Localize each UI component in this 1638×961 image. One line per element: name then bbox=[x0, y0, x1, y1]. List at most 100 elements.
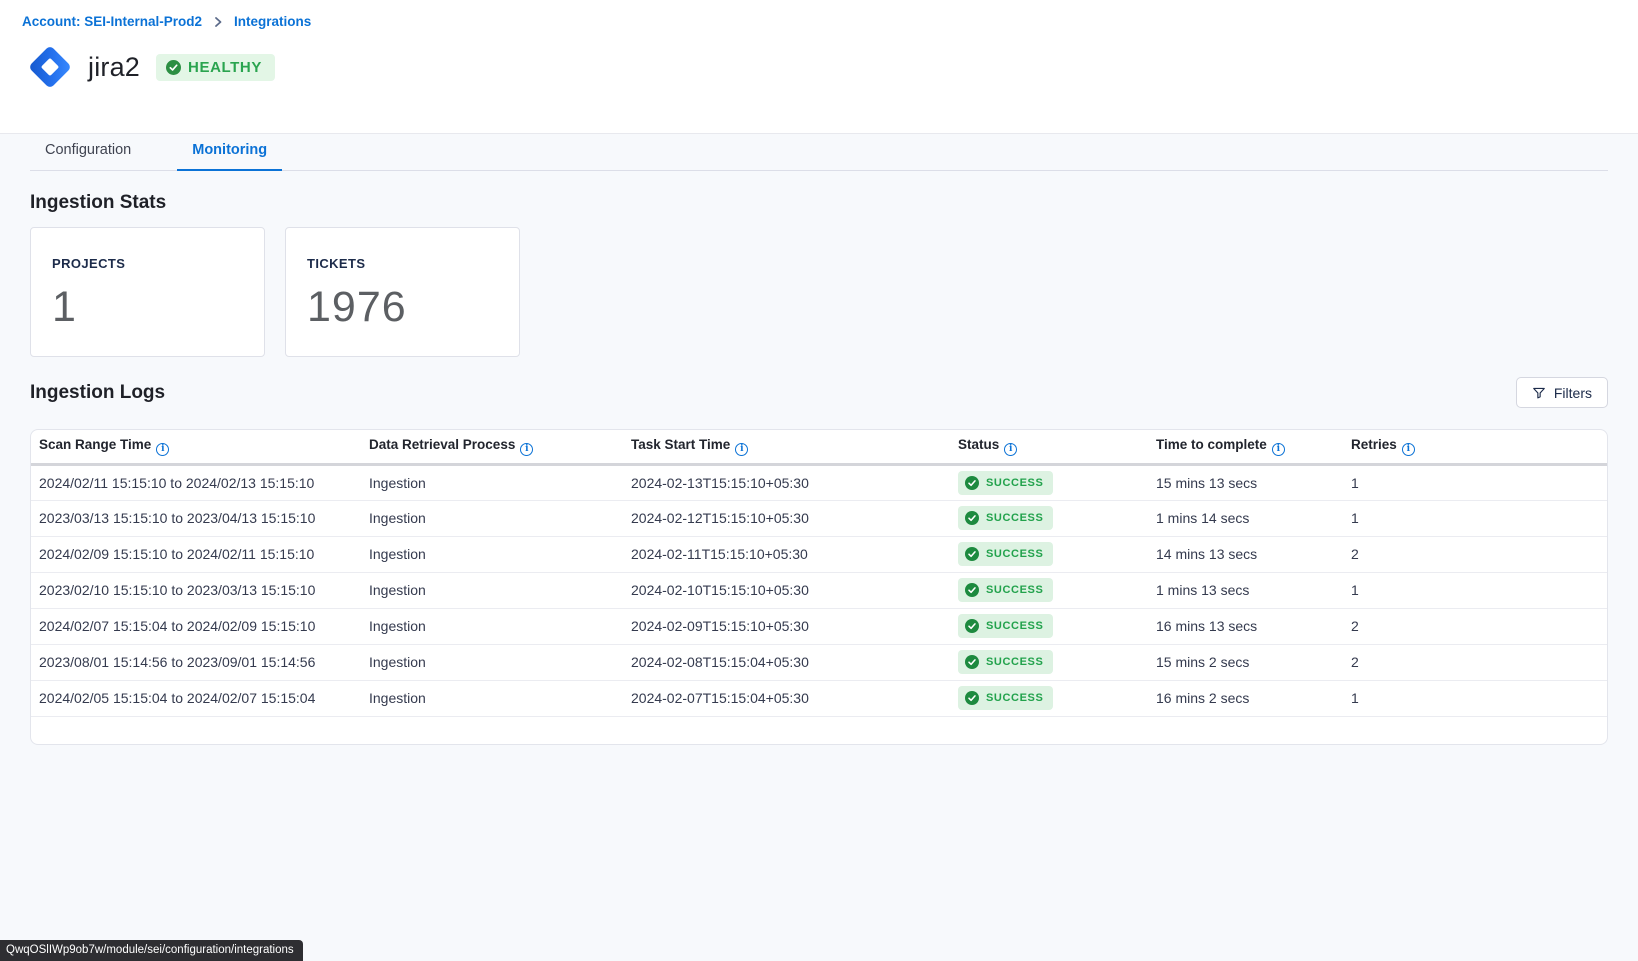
cell-time-to-complete: 15 mins 2 secs bbox=[1148, 644, 1343, 680]
breadcrumb-account-link[interactable]: Account: SEI-Internal-Prod2 bbox=[22, 14, 202, 29]
stat-label: PROJECTS bbox=[52, 256, 264, 271]
page-header: Account: SEI-Internal-Prod2 Integrations… bbox=[0, 0, 1638, 134]
cell-task-start-time: 2024-02-13T15:15:10+05:30 bbox=[623, 464, 950, 500]
status-badge-label: SUCCESS bbox=[986, 656, 1043, 668]
status-badge-label: SUCCESS bbox=[986, 692, 1043, 704]
cell-task-start-time: 2024-02-11T15:15:10+05:30 bbox=[623, 536, 950, 572]
ingestion-logs-table: Scan Range Timei Data Retrieval Processi… bbox=[30, 429, 1608, 745]
tab-monitoring[interactable]: Monitoring bbox=[177, 134, 282, 171]
stat-card-tickets: TICKETS 1976 bbox=[285, 227, 520, 357]
check-circle-icon bbox=[965, 547, 979, 561]
info-icon[interactable]: i bbox=[520, 443, 533, 456]
status-badge: SUCCESS bbox=[958, 542, 1053, 566]
stat-cards-row: PROJECTS 1 TICKETS 1976 bbox=[30, 227, 1608, 357]
cell-status: SUCCESS bbox=[950, 572, 1148, 608]
cell-task-start-time: 2024-02-09T15:15:10+05:30 bbox=[623, 608, 950, 644]
table-row: 2024/02/09 15:15:10 to 2024/02/11 15:15:… bbox=[31, 536, 1607, 572]
status-badge-label: SUCCESS bbox=[986, 512, 1043, 524]
cell-retries: 1 bbox=[1343, 500, 1607, 536]
cell-scan-range-time: 2024/02/05 15:15:04 to 2024/02/07 15:15:… bbox=[31, 680, 361, 716]
cell-data-retrieval-process: Ingestion bbox=[361, 608, 623, 644]
health-status-label: HEALTHY bbox=[188, 59, 262, 76]
cell-scan-range-time: 2023/03/13 15:15:10 to 2023/04/13 15:15:… bbox=[31, 500, 361, 536]
check-circle-icon bbox=[965, 691, 979, 705]
cell-data-retrieval-process: Ingestion bbox=[361, 464, 623, 500]
tab-configuration[interactable]: Configuration bbox=[30, 134, 146, 171]
breadcrumb: Account: SEI-Internal-Prod2 Integrations bbox=[22, 14, 1616, 29]
cell-scan-range-time: 2024/02/07 15:15:04 to 2024/02/09 15:15:… bbox=[31, 608, 361, 644]
table-row: 2024/02/05 15:15:04 to 2024/02/07 15:15:… bbox=[31, 680, 1607, 716]
status-badge: SUCCESS bbox=[958, 614, 1053, 638]
info-icon[interactable]: i bbox=[1402, 443, 1415, 456]
logs-table-body: 2024/02/11 15:15:10 to 2024/02/13 15:15:… bbox=[31, 464, 1607, 716]
cell-time-to-complete: 1 mins 14 secs bbox=[1148, 500, 1343, 536]
stat-card-projects: PROJECTS 1 bbox=[30, 227, 265, 357]
cell-time-to-complete: 14 mins 13 secs bbox=[1148, 536, 1343, 572]
health-status-badge: HEALTHY bbox=[156, 54, 275, 81]
column-header-time-to-complete: Time to completei bbox=[1148, 430, 1343, 464]
cell-task-start-time: 2024-02-07T15:15:04+05:30 bbox=[623, 680, 950, 716]
column-header-status: Statusi bbox=[950, 430, 1148, 464]
integration-title-row: jira2 HEALTHY bbox=[22, 39, 1616, 95]
jira-logo-icon bbox=[22, 39, 78, 95]
status-badge: SUCCESS bbox=[958, 686, 1053, 710]
check-circle-icon bbox=[166, 60, 181, 75]
cell-time-to-complete: 15 mins 13 secs bbox=[1148, 464, 1343, 500]
column-header-retries: Retriesi bbox=[1343, 430, 1607, 464]
ingestion-logs-header-row: Ingestion Logs Filters bbox=[30, 377, 1608, 408]
logs-table-header-row: Scan Range Timei Data Retrieval Processi… bbox=[31, 430, 1607, 464]
cell-task-start-time: 2024-02-10T15:15:10+05:30 bbox=[623, 572, 950, 608]
status-badge-label: SUCCESS bbox=[986, 620, 1043, 632]
cell-retries: 2 bbox=[1343, 536, 1607, 572]
cell-scan-range-time: 2024/02/09 15:15:10 to 2024/02/11 15:15:… bbox=[31, 536, 361, 572]
cell-time-to-complete: 1 mins 13 secs bbox=[1148, 572, 1343, 608]
integration-title: jira2 bbox=[88, 52, 140, 83]
cell-time-to-complete: 16 mins 2 secs bbox=[1148, 680, 1343, 716]
table-row: 2023/03/13 15:15:10 to 2023/04/13 15:15:… bbox=[31, 500, 1607, 536]
check-circle-icon bbox=[965, 655, 979, 669]
cell-retries: 1 bbox=[1343, 572, 1607, 608]
info-icon[interactable]: i bbox=[735, 443, 748, 456]
table-row: 2024/02/07 15:15:04 to 2024/02/09 15:15:… bbox=[31, 608, 1607, 644]
filters-button[interactable]: Filters bbox=[1516, 377, 1608, 408]
cell-data-retrieval-process: Ingestion bbox=[361, 680, 623, 716]
table-row: 2023/08/01 15:14:56 to 2023/09/01 15:14:… bbox=[31, 644, 1607, 680]
info-icon[interactable]: i bbox=[1272, 443, 1285, 456]
status-badge-label: SUCCESS bbox=[986, 548, 1043, 560]
check-circle-icon bbox=[965, 619, 979, 633]
status-badge: SUCCESS bbox=[958, 471, 1053, 495]
cell-scan-range-time: 2023/08/01 15:14:56 to 2023/09/01 15:14:… bbox=[31, 644, 361, 680]
cell-retries: 1 bbox=[1343, 680, 1607, 716]
stat-label: TICKETS bbox=[307, 256, 519, 271]
cell-status: SUCCESS bbox=[950, 464, 1148, 500]
status-badge-label: SUCCESS bbox=[986, 477, 1043, 489]
column-header-task-start-time: Task Start Timei bbox=[623, 430, 950, 464]
chevron-right-icon bbox=[212, 16, 224, 28]
breadcrumb-integrations-link[interactable]: Integrations bbox=[234, 14, 311, 29]
column-header-data-retrieval-process: Data Retrieval Processi bbox=[361, 430, 623, 464]
filters-button-label: Filters bbox=[1554, 385, 1592, 401]
stat-value: 1976 bbox=[307, 283, 519, 332]
cell-task-start-time: 2024-02-08T15:15:04+05:30 bbox=[623, 644, 950, 680]
cell-status: SUCCESS bbox=[950, 644, 1148, 680]
column-header-scan-range-time: Scan Range Timei bbox=[31, 430, 361, 464]
cell-status: SUCCESS bbox=[950, 500, 1148, 536]
table-row: 2024/02/11 15:15:10 to 2024/02/13 15:15:… bbox=[31, 464, 1607, 500]
cell-retries: 2 bbox=[1343, 608, 1607, 644]
ingestion-stats-heading: Ingestion Stats bbox=[30, 192, 1608, 214]
status-badge: SUCCESS bbox=[958, 650, 1053, 674]
info-icon[interactable]: i bbox=[1004, 443, 1017, 456]
cell-retries: 2 bbox=[1343, 644, 1607, 680]
cell-scan-range-time: 2024/02/11 15:15:10 to 2024/02/13 15:15:… bbox=[31, 464, 361, 500]
cell-data-retrieval-process: Ingestion bbox=[361, 644, 623, 680]
info-icon[interactable]: i bbox=[156, 443, 169, 456]
cell-scan-range-time: 2023/02/10 15:15:10 to 2023/03/13 15:15:… bbox=[31, 572, 361, 608]
cell-status: SUCCESS bbox=[950, 536, 1148, 572]
link-preview-statusbar: QwqOSlIWp9ob7w/module/sei/configuration/… bbox=[0, 940, 303, 961]
cell-time-to-complete: 16 mins 13 secs bbox=[1148, 608, 1343, 644]
check-circle-icon bbox=[965, 583, 979, 597]
ingestion-logs-heading: Ingestion Logs bbox=[30, 382, 165, 404]
cell-data-retrieval-process: Ingestion bbox=[361, 536, 623, 572]
stat-value: 1 bbox=[52, 283, 264, 332]
cell-status: SUCCESS bbox=[950, 608, 1148, 644]
